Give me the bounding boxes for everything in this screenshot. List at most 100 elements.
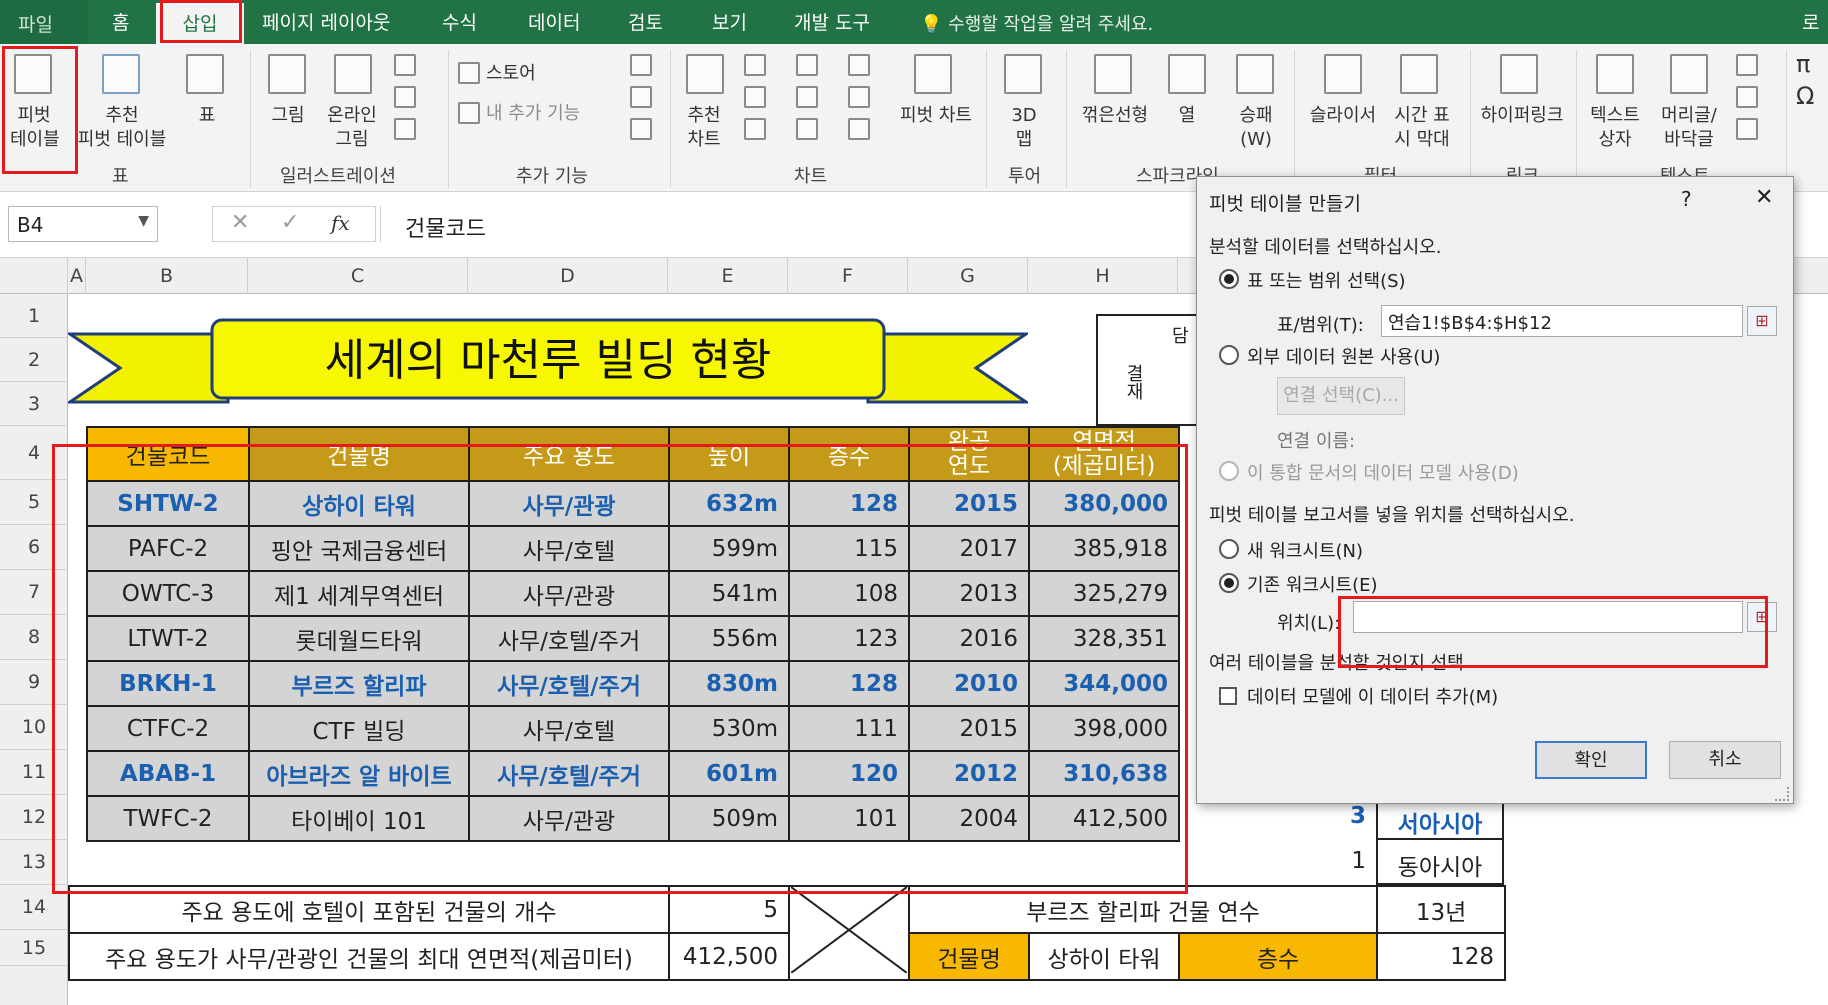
column-header-g[interactable]: G <box>908 258 1028 294</box>
column-header-e[interactable]: E <box>668 258 788 294</box>
location-input[interactable] <box>1353 601 1743 633</box>
cell-area[interactable]: 310,638 <box>1028 750 1180 797</box>
cell-code[interactable]: BRKH-1 <box>86 660 250 707</box>
cell-use[interactable]: 사무/관광 <box>468 570 670 617</box>
scatter-chart-icon[interactable] <box>796 118 818 140</box>
header-area[interactable]: 연면적 (제곱미터) <box>1028 426 1180 482</box>
row-header[interactable]: 4 <box>0 426 68 480</box>
object-icon[interactable] <box>1736 118 1758 140</box>
cell-area[interactable]: 412,500 <box>1028 795 1180 842</box>
summary-name-value[interactable]: 상하이 타워 <box>1028 932 1180 981</box>
slicer-button[interactable]: 슬라이서 <box>1306 104 1380 128</box>
radio-existing-worksheet-label[interactable]: 기존 워크시트(E) <box>1247 571 1378 597</box>
cell-height[interactable]: 599m <box>668 525 790 572</box>
close-icon[interactable]: ✕ <box>1755 185 1773 210</box>
textbox-button[interactable]: 텍스트 상자 <box>1588 104 1642 152</box>
cell-use[interactable]: 사무/관광 <box>468 795 670 842</box>
ok-button[interactable]: 확인 <box>1535 741 1647 779</box>
cell-height[interactable]: 541m <box>668 570 790 617</box>
radio-external-source[interactable] <box>1219 345 1239 365</box>
cell-area[interactable]: 325,279 <box>1028 570 1180 617</box>
bing-maps-icon[interactable] <box>630 54 652 76</box>
hyperlink-button[interactable]: 하이퍼링크 <box>1474 104 1570 128</box>
cell-code[interactable]: LTWT-2 <box>86 615 250 662</box>
pie-chart-icon[interactable] <box>744 118 766 140</box>
equation-button[interactable]: π <box>1796 52 1810 76</box>
row-header[interactable]: 14 <box>0 885 68 930</box>
header-floors[interactable]: 층수 <box>788 426 910 482</box>
row-header[interactable]: 9 <box>0 660 68 705</box>
range-input[interactable]: 연습1!$B$4:$H$12 <box>1381 305 1743 337</box>
tab-view[interactable]: 보기 <box>712 8 747 35</box>
column-header-f[interactable]: F <box>788 258 908 294</box>
combo-chart-icon[interactable] <box>848 86 870 108</box>
waterfall-chart-icon[interactable] <box>848 54 870 76</box>
symbol-button[interactable]: Ω <box>1796 84 1814 108</box>
cell-name[interactable]: 핑안 국제금융센터 <box>248 525 470 572</box>
cell-year[interactable]: 2015 <box>908 480 1030 527</box>
cell-floors[interactable]: 115 <box>788 525 910 572</box>
smartart-icon[interactable] <box>394 86 416 108</box>
cell-height[interactable]: 530m <box>668 705 790 752</box>
name-box[interactable]: B4 ▼ <box>8 206 158 242</box>
tell-me-box[interactable]: 💡 수행할 작업을 알려 주세요. <box>920 10 1153 36</box>
column-header-c[interactable]: C <box>248 258 468 294</box>
cell-height[interactable]: 830m <box>668 660 790 707</box>
map-3d-button[interactable]: 3D 맵 <box>1006 104 1042 152</box>
sparkline-line-button[interactable]: 꺾은선형 <box>1078 104 1152 128</box>
wordart-icon[interactable] <box>1736 54 1758 76</box>
tab-page-layout[interactable]: 페이지 레이아웃 <box>262 8 390 35</box>
cell-height[interactable]: 632m <box>668 480 790 527</box>
cell-code[interactable]: ABAB-1 <box>86 750 250 797</box>
radio-table-range-label[interactable]: 표 또는 범위 선택(S) <box>1247 267 1406 293</box>
table-button[interactable]: 표 <box>196 104 218 128</box>
row-header[interactable]: 11 <box>0 750 68 795</box>
radio-existing-worksheet[interactable] <box>1219 573 1239 593</box>
choose-connection-button[interactable]: 연결 선택(C)... <box>1277 377 1405 415</box>
cell-side-region[interactable]: 동아시아 <box>1376 840 1504 885</box>
summary-floors-key[interactable]: 층수 <box>1177 932 1379 981</box>
cell-use[interactable]: 사무/관광 <box>468 480 670 527</box>
tab-formulas[interactable]: 수식 <box>442 8 477 35</box>
radar-chart-icon[interactable] <box>848 118 870 140</box>
row-header[interactable]: 3 <box>0 382 68 426</box>
cancel-button[interactable]: 취소 <box>1669 741 1781 779</box>
cell-code[interactable]: PAFC-2 <box>86 525 250 572</box>
cell-use[interactable]: 사무/호텔 <box>468 525 670 572</box>
statistic-chart-icon[interactable] <box>796 86 818 108</box>
pivot-table-button[interactable]: 피벗 테이블 <box>10 104 60 152</box>
cell-side-count[interactable]: 1 <box>1310 840 1376 885</box>
cell-use[interactable]: 사무/호텔/주거 <box>468 660 670 707</box>
column-header-a[interactable]: A <box>68 258 86 294</box>
column-header-h[interactable]: H <box>1028 258 1178 294</box>
tab-data[interactable]: 데이터 <box>528 8 580 35</box>
cell-height[interactable]: 509m <box>668 795 790 842</box>
tab-insert[interactable]: 삽입 <box>156 3 244 44</box>
range-picker-icon[interactable]: ⊞ <box>1747 306 1777 336</box>
approval-cell[interactable] <box>1144 352 1204 426</box>
cell-floors[interactable]: 123 <box>788 615 910 662</box>
hierarchy-chart-icon[interactable] <box>796 54 818 76</box>
summary-name-key[interactable]: 건물명 <box>908 932 1030 981</box>
header-building-code[interactable]: 건물코드 <box>86 426 250 482</box>
add-model-checkbox[interactable] <box>1219 687 1237 705</box>
cell-year[interactable]: 2010 <box>908 660 1030 707</box>
pictures-button[interactable]: 그림 <box>266 104 310 128</box>
screenshot-icon[interactable] <box>394 118 416 140</box>
tab-developer[interactable]: 개발 도구 <box>794 8 870 35</box>
summary-floors-value[interactable]: 128 <box>1376 932 1507 981</box>
chevron-down-icon[interactable]: ▼ <box>138 213 149 229</box>
recommended-charts-button[interactable]: 추천 차트 <box>682 104 726 152</box>
column-chart-icon[interactable] <box>744 54 766 76</box>
summary-hotel-label[interactable]: 주요 용도에 호텔이 포함된 건물의 개수 <box>68 885 670 934</box>
summary-age-value[interactable]: 13년 <box>1376 885 1507 934</box>
summary-age-label[interactable]: 부르즈 할리파 건물 연수 <box>907 885 1379 934</box>
cell-year[interactable]: 2015 <box>908 705 1030 752</box>
online-pictures-button[interactable]: 온라인 그림 <box>322 104 382 152</box>
summary-max-area-value[interactable]: 412,500 <box>668 932 790 981</box>
cell-area[interactable]: 380,000 <box>1028 480 1180 527</box>
signature-line-icon[interactable] <box>1736 86 1758 108</box>
cell-name[interactable]: 타이베이 101 <box>248 795 470 842</box>
tab-review[interactable]: 검토 <box>628 8 663 35</box>
tab-home[interactable]: 홈 <box>112 8 129 35</box>
